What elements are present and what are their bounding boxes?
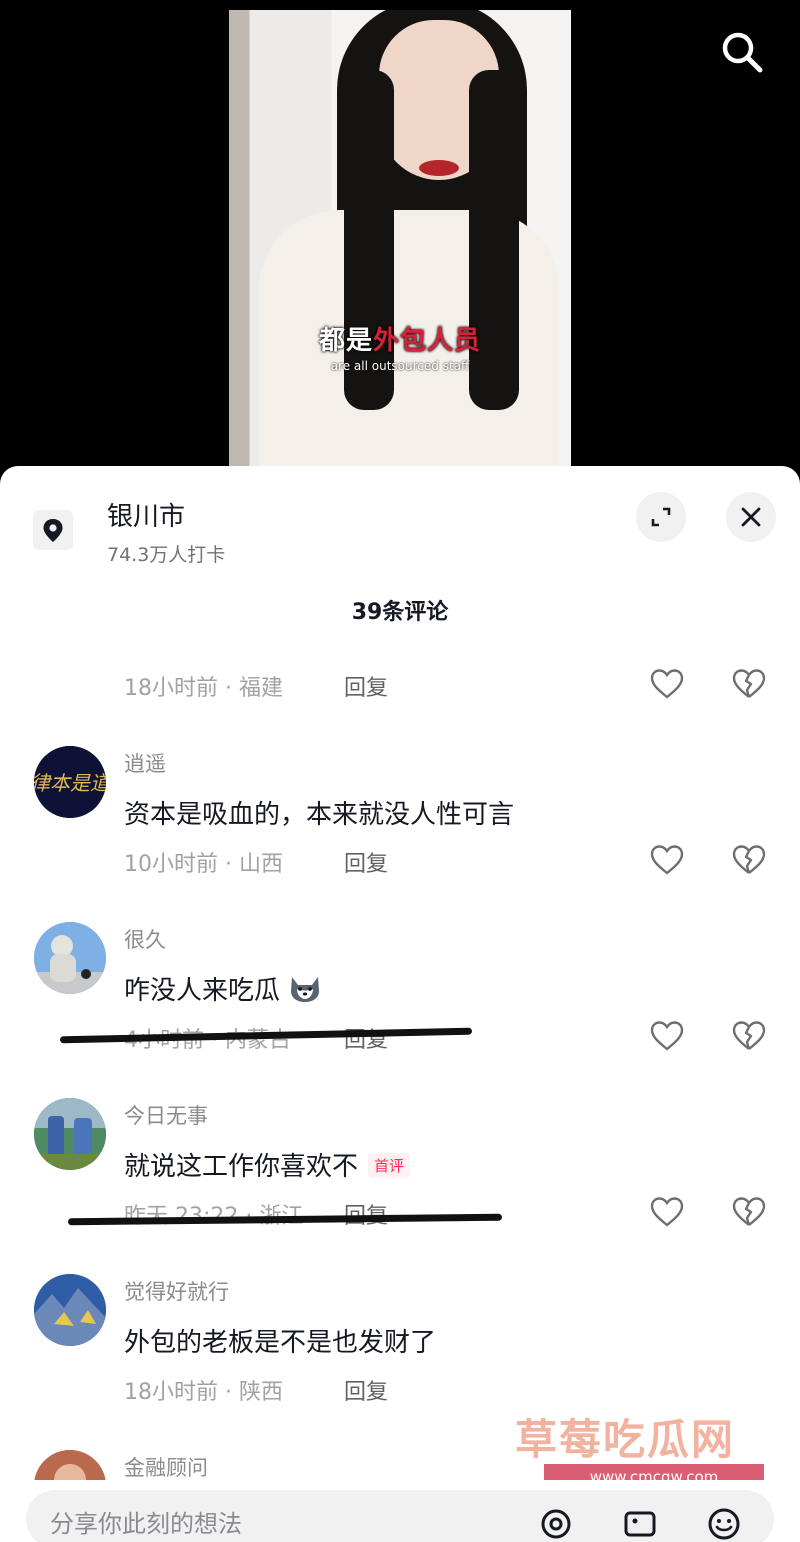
- expand-button[interactable]: [636, 492, 686, 542]
- broken-heart-icon[interactable]: [731, 1018, 767, 1054]
- video-person-lips: [419, 160, 459, 176]
- location-title[interactable]: 银川市: [107, 496, 185, 533]
- broken-heart-icon[interactable]: [731, 1194, 767, 1230]
- close-icon: [741, 507, 761, 527]
- heart-icon[interactable]: [649, 1018, 685, 1054]
- close-button[interactable]: [726, 492, 776, 542]
- comment-item: 18小时前 · 福建 回复: [0, 666, 800, 726]
- avatar[interactable]: [34, 1098, 106, 1170]
- location-header[interactable]: 银川市 74.3万人打卡: [0, 466, 800, 576]
- comment-text-content: 就说这工作你喜欢不: [124, 1152, 359, 1182]
- reply-button[interactable]: 回复: [344, 846, 388, 878]
- heart-icon[interactable]: [649, 842, 685, 878]
- comment-author[interactable]: 逍遥: [124, 748, 166, 778]
- heart-icon[interactable]: [649, 666, 685, 702]
- comment-author[interactable]: 很久: [124, 924, 166, 954]
- comments-panel: 银川市 74.3万人打卡 39条评论 18小时前 · 福建 回复 律本是道 逍遥…: [0, 466, 800, 1542]
- reply-button[interactable]: 回复: [344, 670, 388, 702]
- husky-emoji-icon: [291, 977, 320, 1002]
- location-pin-icon: [33, 510, 73, 550]
- broken-heart-icon[interactable]: [731, 666, 767, 702]
- comment-item: 很久 咋没人来吃瓜 4小时前 · 内蒙古 回复: [0, 922, 800, 1072]
- avatar[interactable]: [34, 1274, 106, 1346]
- heart-icon[interactable]: [649, 1194, 685, 1230]
- caption-prefix: 都是: [318, 326, 373, 356]
- search-icon[interactable]: [718, 28, 766, 76]
- comment-input[interactable]: 分享你此刻的想法: [26, 1490, 774, 1542]
- video-player[interactable]: 都是外包人员 are all outsourced staff: [0, 0, 800, 470]
- avatar[interactable]: 律本是道: [34, 746, 106, 818]
- location-checkins: 74.3万人打卡: [107, 544, 226, 566]
- first-comment-badge: 首评: [368, 1153, 411, 1178]
- comment-time-location: 10小时前 · 山西: [124, 852, 283, 877]
- comment-author[interactable]: 今日无事: [124, 1100, 208, 1130]
- comment-text: 资本是吸血的，本来就没人性可言: [124, 800, 515, 830]
- watermark-text: 草莓吃瓜网: [515, 1415, 736, 1464]
- svg-text:律本是道: 律本是道: [34, 771, 106, 795]
- caption-highlight: 外包人员: [373, 326, 482, 356]
- comment-input-bar: 分享你此刻的想法: [0, 1480, 800, 1542]
- at-mention-icon[interactable]: [536, 1504, 576, 1542]
- video-caption-sub: are all outsourced staff: [330, 359, 470, 373]
- comment-text: 就说这工作你喜欢不 首评: [124, 1146, 411, 1183]
- expand-icon: [651, 507, 671, 527]
- avatar[interactable]: [34, 922, 106, 994]
- reply-button[interactable]: 回复: [344, 1022, 388, 1054]
- comment-item: 律本是道 逍遥 资本是吸血的，本来就没人性可言 10小时前 · 山西 回复: [0, 746, 800, 896]
- comment-author[interactable]: 金融顾问: [124, 1452, 208, 1482]
- emoji-icon[interactable]: [704, 1504, 744, 1542]
- comment-time-location: 18小时前 · 福建: [124, 676, 283, 701]
- comment-input-placeholder: 分享你此刻的想法: [50, 1510, 242, 1538]
- comment-time-location: 昨天 23:22 · 浙江: [124, 1198, 303, 1230]
- comment-item: 觉得好就行 外包的老板是不是也发财了 18小时前 · 陕西 回复: [0, 1274, 800, 1424]
- video-caption: 都是外包人员 are all outsourced staff: [229, 320, 571, 373]
- video-frame[interactable]: 都是外包人员 are all outsourced staff: [229, 10, 571, 470]
- comment-text-content: 咋没人来吃瓜: [124, 976, 281, 1006]
- comment-time-location: 18小时前 · 陕西: [124, 1380, 283, 1405]
- comment-text: 外包的老板是不是也发财了: [124, 1328, 437, 1358]
- comment-text: 咋没人来吃瓜: [124, 970, 322, 1007]
- video-caption-main: 都是外包人员: [229, 320, 571, 357]
- broken-heart-icon[interactable]: [731, 842, 767, 878]
- image-icon[interactable]: [620, 1504, 660, 1542]
- comments-count: 39条评论: [351, 600, 449, 625]
- comment-item: 今日无事 就说这工作你喜欢不首评 昨天 23:22 · 浙江 回复: [0, 1098, 800, 1248]
- reply-button[interactable]: 回复: [344, 1374, 388, 1406]
- comment-author[interactable]: 觉得好就行: [124, 1276, 229, 1306]
